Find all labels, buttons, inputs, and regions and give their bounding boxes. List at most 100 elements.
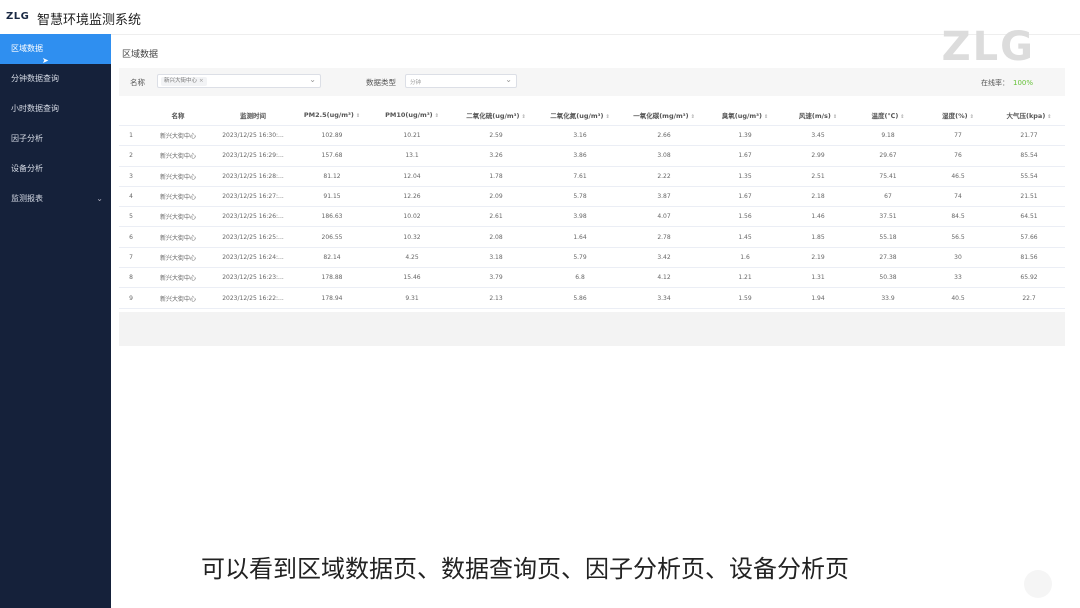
column-header[interactable]: 大气压(kpa) ⇕ [993, 104, 1065, 126]
sort-icon[interactable]: ⇕ [900, 114, 904, 120]
table-footer-area [119, 312, 1065, 346]
sort-icon[interactable]: ⇕ [356, 113, 360, 119]
sidebar-item-device-analysis[interactable]: 设备分析 [0, 154, 111, 184]
column-header-label: 名称 [171, 111, 185, 120]
column-header[interactable]: 温度(℃) ⇕ [853, 104, 923, 126]
table-cell: 2023/12/25 16:29:... [213, 145, 293, 167]
sidebar-item-factor-analysis[interactable]: 因子分析 [0, 124, 111, 154]
table-cell: 4 [119, 186, 143, 208]
top-bar: ZLG 智慧环境监测系统 [0, 0, 1080, 35]
column-header[interactable]: 二氧化硫(ug/m³) ⇕ [453, 104, 539, 126]
sort-icon[interactable]: ⇕ [606, 114, 610, 120]
sort-icon[interactable]: ⇕ [691, 114, 695, 120]
table-cell: 新兴大街中心 [143, 206, 213, 228]
sidebar-item-label: 因子分析 [11, 134, 43, 143]
sort-icon[interactable]: ⇕ [970, 114, 974, 120]
column-header-label: 二氧化氮(ug/m³) [550, 111, 604, 120]
table-cell: 2.13 [453, 287, 539, 309]
table-cell: 1.46 [783, 206, 853, 228]
column-header-label: 监测时间 [240, 111, 266, 120]
table-cell: 5 [119, 206, 143, 228]
column-header[interactable]: 二氧化氮(ug/m³) ⇕ [539, 104, 621, 126]
column-header: 监测时间 [213, 104, 293, 126]
sidebar-item-label: 监测报表 [11, 194, 43, 203]
table-cell: 81.56 [993, 247, 1065, 269]
table-cell: 4.12 [621, 267, 707, 289]
table-cell: 8 [119, 267, 143, 289]
column-header[interactable]: PM10(ug/m³) ⇕ [371, 104, 453, 126]
table-cell: 75.41 [853, 166, 923, 187]
table-cell: 2.61 [453, 206, 539, 228]
sidebar-item-region-data[interactable]: 区域数据 ➤ [0, 34, 111, 65]
table-cell: 27.38 [853, 247, 923, 269]
sort-icon[interactable]: ⇕ [764, 114, 768, 120]
table-row[interactable]: 4 新兴大街中心 2023/12/25 16:27:... 91.15 12.26 2.0… [119, 186, 1065, 208]
table-cell: 2.22 [621, 166, 707, 187]
table-row[interactable]: 9 新兴大街中心 2023/12/25 16:22:... 178.94 9.31 2.1… [119, 287, 1065, 309]
table-cell: 2023/12/25 16:30:... [213, 125, 293, 147]
name-tag: 新兴大街中心 × [161, 77, 207, 86]
column-header[interactable]: 风速(m/s) ⇕ [783, 104, 853, 126]
table-row[interactable]: 1 新兴大街中心 2023/12/25 16:30:... 102.89 10.21 2.… [119, 125, 1065, 147]
table-cell: 77 [923, 125, 993, 147]
name-select[interactable]: 新兴大街中心 × ⌄ [157, 74, 321, 88]
app-logo: ZLG [6, 11, 30, 22]
main-content: 区域数据 ZLG 名称 新兴大街中心 × ⌄ 数据类型 分钟 ⌄ 在线率： 100%… [111, 24, 1080, 608]
table-row[interactable]: 6 新兴大街中心 2023/12/25 16:25:... 206.55 10.32 2.… [119, 226, 1065, 248]
column-header-label: 臭氧(ug/m³) [721, 111, 762, 120]
table-row[interactable]: 7 新兴大街中心 2023/12/25 16:24:... 82.14 4.25 3.18… [119, 247, 1065, 269]
chevron-down-icon: ⌄ [505, 75, 512, 84]
table-cell: 82.14 [293, 247, 371, 269]
table-cell: 新兴大街中心 [143, 186, 213, 208]
table-cell: 22.7 [993, 287, 1065, 309]
table-cell: 新兴大街中心 [143, 125, 213, 147]
table-cell: 1.31 [783, 267, 853, 289]
page-title: 区域数据 [122, 50, 159, 60]
column-header-label: 风速(m/s) [798, 111, 831, 120]
table-cell: 新兴大街中心 [143, 166, 213, 187]
column-header[interactable]: PM2.5(ug/m³) ⇕ [293, 104, 371, 126]
table-cell: 46.5 [923, 166, 993, 187]
sort-icon[interactable]: ⇕ [1047, 114, 1051, 120]
online-rate: 在线率： 100% [981, 78, 1033, 88]
column-header[interactable]: 湿度(%) ⇕ [923, 104, 993, 126]
sidebar-item-label: 区域数据 [11, 44, 43, 53]
table-row[interactable]: 3 新兴大街中心 2023/12/25 16:28:... 81.12 12.04 1.7… [119, 166, 1065, 187]
table-cell: 2023/12/25 16:25:... [213, 226, 293, 248]
table-row[interactable]: 5 新兴大街中心 2023/12/25 16:26:... 186.63 10.02 2.… [119, 206, 1065, 228]
sidebar-item-hour-query[interactable]: 小时数据查询 [0, 94, 111, 124]
table-cell: 6 [119, 226, 143, 248]
table-cell: 15.46 [371, 267, 453, 289]
table-cell: 7.61 [539, 166, 621, 187]
column-header[interactable]: 一氧化碳(mg/m³) ⇕ [621, 104, 707, 126]
table-cell: 3.79 [453, 267, 539, 289]
table-cell: 2.59 [453, 125, 539, 147]
online-rate-label: 在线率： [980, 79, 1009, 87]
data-type-select[interactable]: 分钟 ⌄ [405, 74, 517, 88]
table-cell: 64.51 [993, 206, 1065, 228]
name-tag-label: 新兴大街中心 [164, 78, 198, 84]
sidebar: 区域数据 ➤ 分钟数据查询 小时数据查询 因子分析 设备分析 监测报表 ⌄ [0, 34, 111, 608]
column-header[interactable]: 臭氧(ug/m³) ⇕ [707, 104, 783, 126]
table-cell: 55.18 [853, 226, 923, 248]
sort-icon[interactable]: ⇕ [522, 114, 526, 120]
table-cell: 30 [923, 247, 993, 269]
table-cell: 102.89 [293, 125, 371, 147]
sidebar-item-minute-query[interactable]: 分钟数据查询 [0, 64, 111, 94]
table-row[interactable]: 8 新兴大街中心 2023/12/25 16:23:... 178.88 15.46 3.… [119, 267, 1065, 289]
table-cell: 1.67 [707, 145, 783, 167]
table-cell: 84.5 [923, 206, 993, 228]
floating-button[interactable] [1024, 570, 1052, 598]
table-row[interactable]: 2 新兴大街中心 2023/12/25 16:29:... 157.68 13.1 3.2… [119, 145, 1065, 167]
table-cell: 1.56 [707, 206, 783, 228]
sidebar-item-reports[interactable]: 监测报表 ⌄ [0, 184, 111, 214]
table-cell: 4.25 [371, 247, 453, 269]
tag-close-icon[interactable]: × [199, 78, 204, 84]
sort-icon[interactable]: ⇕ [435, 113, 439, 119]
table-cell: 12.04 [371, 166, 453, 187]
table-cell: 5.79 [539, 247, 621, 269]
sort-icon[interactable]: ⇕ [833, 114, 837, 120]
table-cell: 3.16 [539, 125, 621, 147]
data-type-value: 分钟 [410, 80, 422, 86]
table-cell: 10.02 [371, 206, 453, 228]
